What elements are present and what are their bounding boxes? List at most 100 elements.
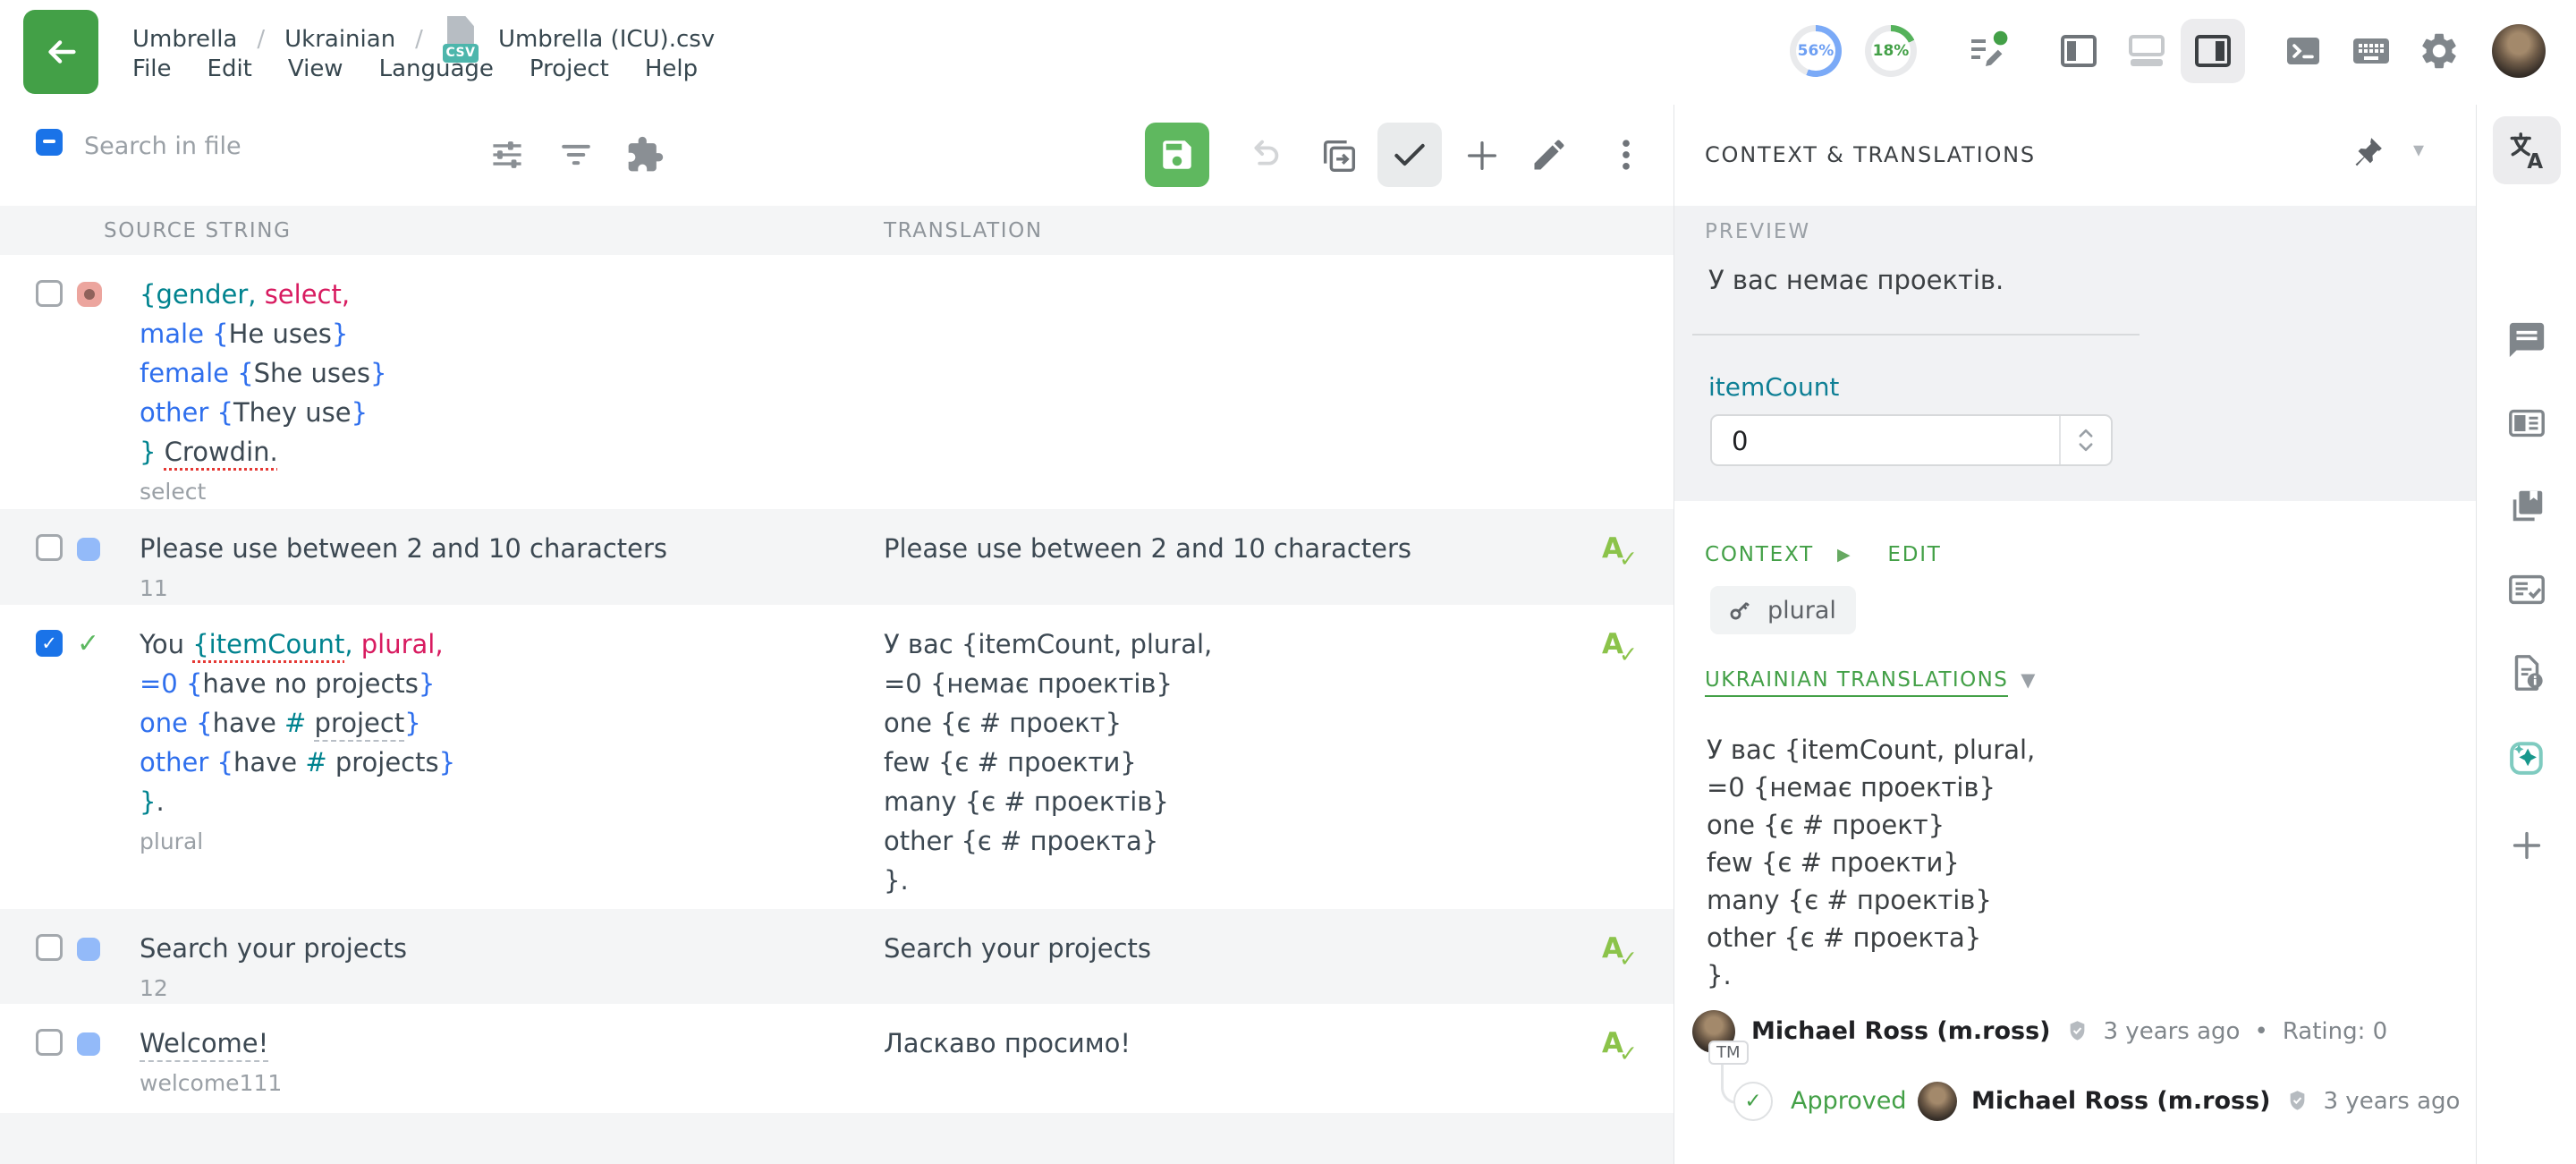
- layout-right-panel-button[interactable]: [2181, 19, 2245, 83]
- context-row: CONTEXT ▶ EDIT: [1705, 543, 1942, 566]
- context-link[interactable]: CONTEXT: [1705, 543, 1814, 566]
- keyboard-icon[interactable]: [2350, 30, 2393, 72]
- add-panel-icon[interactable]: [2506, 825, 2547, 866]
- row-checkbox[interactable]: [36, 1029, 63, 1056]
- translations-dropdown[interactable]: UKRAINIAN TRANSLATIONS▼: [1705, 668, 2037, 692]
- row-checkbox[interactable]: [36, 934, 63, 961]
- panel-header: CONTEXT & TRANSLATIONS ▾: [1674, 105, 2476, 207]
- shield-icon: [2285, 1089, 2309, 1113]
- panel-rail: A: [2476, 105, 2576, 1164]
- item-count-input[interactable]: 0: [1710, 414, 2113, 466]
- approved-check-icon: ✓: [1733, 1082, 1773, 1121]
- panel-translation-text[interactable]: У вас {itemCount, plural,=0 {немає проек…: [1707, 731, 2035, 994]
- translated-progress-ring[interactable]: 56%: [1790, 25, 1842, 77]
- user-avatar[interactable]: [2492, 24, 2546, 78]
- translation-cell[interactable]: Ласкаво просимо!: [884, 1004, 1602, 1113]
- filter-settings-icon[interactable]: [487, 135, 527, 174]
- suggestion-author[interactable]: Michael Ross (m.ross): [1751, 1017, 2051, 1045]
- translation-cell[interactable]: [884, 255, 1602, 509]
- chevron-down-icon: ▼: [2021, 669, 2037, 691]
- plugins-puzzle-icon[interactable]: [625, 135, 665, 174]
- copy-source-icon[interactable]: [1318, 135, 1358, 174]
- qa-check-icon: A✓: [1602, 932, 1623, 964]
- status-todo-icon: [77, 1032, 100, 1056]
- undo-icon[interactable]: [1243, 135, 1283, 174]
- crowdin-editor: Umbrella / Ukrainian / CSV Umbrella (ICU…: [0, 0, 2576, 1164]
- table-row[interactable]: Please use between 2 and 10 characters11…: [0, 509, 1674, 605]
- translations-tab-selected[interactable]: A: [2493, 116, 2561, 184]
- translation-memory-icon[interactable]: [2506, 486, 2547, 527]
- key-icon: [1724, 595, 1755, 625]
- menu-project[interactable]: Project: [530, 55, 609, 82]
- comments-icon[interactable]: [2506, 319, 2547, 361]
- terms-card-icon[interactable]: [2506, 403, 2547, 444]
- translation-cell[interactable]: У вас {itemCount, plural,=0 {немає проек…: [884, 605, 1602, 909]
- select-all-checkbox[interactable]: [36, 129, 63, 156]
- breadcrumb-file[interactable]: Umbrella (ICU).csv: [498, 26, 715, 53]
- table-row[interactable]: {gender, select,male {He uses}female {Sh…: [0, 255, 1674, 509]
- translation-cell[interactable]: Search your projects: [884, 909, 1602, 1004]
- row-checkbox[interactable]: [36, 534, 63, 561]
- pin-icon[interactable]: [2347, 133, 2386, 173]
- chevron-down-icon[interactable]: ▾: [2413, 137, 2424, 162]
- approve-check-button[interactable]: [1377, 123, 1442, 187]
- menu-language[interactable]: Language: [379, 55, 494, 82]
- list-empty-area: [0, 1113, 1674, 1164]
- qa-check-icon: A✓: [1602, 532, 1623, 565]
- menu-file[interactable]: File: [132, 55, 172, 82]
- suggestion-row[interactable]: TM Michael Ross (m.ross) 3 years ago • R…: [1674, 1010, 2476, 1057]
- string-key: select: [140, 475, 857, 509]
- breadcrumb-project[interactable]: Umbrella: [132, 26, 237, 53]
- edit-link[interactable]: EDIT: [1887, 543, 1941, 566]
- menu-help[interactable]: Help: [645, 55, 698, 82]
- file-context-icon[interactable]: [2506, 652, 2547, 693]
- row-checkbox[interactable]: [36, 280, 63, 307]
- breadcrumb-language[interactable]: Ukrainian: [284, 26, 395, 53]
- qa-checks-icon[interactable]: [2506, 569, 2547, 610]
- filter-icon[interactable]: [556, 135, 596, 174]
- approval-row: ✓ Approved Michael Ross (m.ross) 3 years…: [1674, 1082, 2476, 1125]
- number-stepper[interactable]: [2059, 416, 2111, 464]
- source-string-header: SOURCE STRING: [104, 219, 292, 242]
- notification-dot: [1994, 31, 2008, 46]
- save-button[interactable]: [1145, 123, 1209, 187]
- ai-assistant-icon[interactable]: [2506, 737, 2547, 778]
- more-options-icon[interactable]: [1606, 135, 1646, 174]
- status-done-icon: ✓: [77, 628, 99, 659]
- source-cell[interactable]: Welcome!welcome111: [104, 1004, 884, 1113]
- edit-pencil-icon[interactable]: [1530, 135, 1569, 174]
- header: Umbrella / Ukrainian / CSV Umbrella (ICU…: [0, 0, 2576, 106]
- table-row[interactable]: ✓✓You {itemCount, plural,=0 {have no pro…: [0, 605, 1674, 909]
- activity-edit-icon[interactable]: [1966, 30, 2009, 72]
- source-cell[interactable]: {gender, select,male {He uses}female {Sh…: [104, 255, 884, 509]
- table-row[interactable]: Welcome!welcome111Ласкаво просимо!A✓: [0, 1004, 1674, 1113]
- expand-triangle-icon[interactable]: ▶: [1837, 545, 1852, 565]
- layout-bottom-panel-icon[interactable]: [2125, 30, 2168, 72]
- table-row[interactable]: Search your projects12Search your projec…: [0, 909, 1674, 1004]
- layout-left-panel-icon[interactable]: [2057, 30, 2100, 72]
- add-string-icon[interactable]: [1462, 135, 1501, 174]
- string-key-chip[interactable]: plural: [1710, 586, 1856, 634]
- console-icon[interactable]: [2282, 30, 2325, 72]
- row-checkbox[interactable]: ✓: [36, 630, 63, 657]
- tm-badge: TM: [1708, 1041, 1749, 1065]
- approved-progress-ring[interactable]: 18%: [1865, 25, 1917, 77]
- string-key: plural: [140, 825, 857, 859]
- menu-bar: File Edit View Language Project Help: [132, 55, 698, 82]
- source-cell[interactable]: Please use between 2 and 10 characters11: [104, 509, 884, 605]
- back-button[interactable]: [23, 10, 98, 94]
- source-cell[interactable]: Search your projects12: [104, 909, 884, 1004]
- menu-edit[interactable]: Edit: [208, 55, 252, 82]
- source-cell[interactable]: You {itemCount, plural,=0 {have no proje…: [104, 605, 884, 909]
- translation-header: TRANSLATION: [884, 219, 1043, 242]
- string-list-section: SOURCE STRING TRANSLATION {gender, selec…: [0, 105, 1674, 1164]
- search-input[interactable]: [82, 132, 426, 161]
- translation-cell[interactable]: Please use between 2 and 10 characters: [884, 509, 1602, 605]
- check-icon: [1390, 135, 1429, 174]
- string-key: welcome111: [140, 1066, 857, 1100]
- param-label: itemCount: [1708, 372, 1839, 402]
- approval-author[interactable]: Michael Ross (m.ross): [1971, 1087, 2271, 1115]
- gear-icon[interactable]: [2418, 30, 2461, 72]
- string-key: 11: [140, 572, 857, 606]
- menu-view[interactable]: View: [288, 55, 343, 82]
